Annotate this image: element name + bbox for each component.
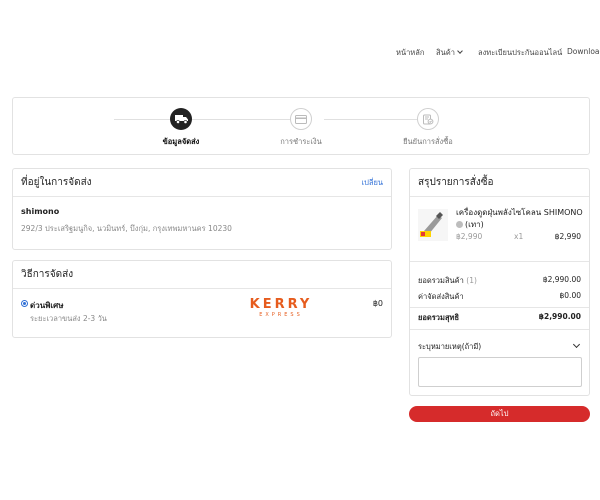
- nav-download[interactable]: Download: [567, 47, 600, 56]
- summary-divider: [410, 261, 589, 262]
- change-address-link[interactable]: เปลี่ยน: [362, 177, 383, 189]
- shipping-method-card: วิธีการจัดส่ง ด่วนพิเศษ ระยะเวลาขนส่ง 2-…: [12, 260, 392, 338]
- product-variant: (เทา): [465, 220, 484, 229]
- nav-products-label: สินค้า: [436, 48, 455, 57]
- shipping-option-desc: ระยะเวลาขนส่ง 2-3 วัน: [30, 314, 107, 323]
- total-label: ยอดรวมสุทธิ: [418, 313, 460, 322]
- kerry-express-logo: KERRY EXPRESS: [245, 298, 317, 320]
- product-image: [418, 209, 448, 241]
- summary-title: สรุปรายการสั่งซื้อ: [418, 177, 494, 188]
- nav-products[interactable]: สินค้า: [436, 47, 463, 59]
- credit-card-icon: [290, 108, 312, 130]
- step-label: ข้อมูลจัดส่ง: [162, 137, 200, 146]
- recipient-name: shimono: [21, 207, 60, 216]
- top-nav: หน้าหลัก สินค้า ลงทะเบียนประกันออนไลน์ D…: [0, 47, 600, 61]
- summary-divider: [410, 307, 589, 308]
- shipping-fee-value: ฿0.00: [559, 291, 581, 300]
- step-confirm[interactable]: ยืนยันการสั่งซื้อ: [383, 108, 473, 148]
- subtotal-count: (1): [466, 276, 477, 285]
- shipping-radio[interactable]: [21, 300, 28, 307]
- step-label: การชำระเงิน: [280, 137, 322, 146]
- kerry-logo-text: KERRY: [249, 297, 313, 312]
- step-label: ยืนยันการสั่งซื้อ: [403, 137, 453, 146]
- subtotal-label: ยอดรวมสินค้า: [418, 276, 464, 285]
- subtotal-row: ยอดรวมสินค้า (1) ฿2,990.00: [418, 275, 581, 287]
- note-textarea[interactable]: [418, 357, 582, 387]
- address-card: ที่อยู่ในการจัดส่ง เปลี่ยน shimono 292/3…: [12, 168, 392, 250]
- product-name-block[interactable]: เครื่องดูดฝุ่นพลังไซโคลน SHIMONO (เทา): [456, 207, 586, 231]
- summary-header: สรุปรายการสั่งซื้อ: [410, 169, 589, 197]
- note-label[interactable]: ระบุหมายเหตุ(ถ้ามี): [418, 341, 481, 353]
- shipping-fee-row: ค่าจัดส่งสินค้า ฿0.00: [418, 291, 581, 303]
- truck-icon: [170, 108, 192, 130]
- shipping-header: วิธีการจัดส่ง: [13, 261, 391, 289]
- product-qty: x1: [514, 232, 524, 241]
- color-swatch: [456, 221, 463, 228]
- next-button[interactable]: ถัดไป: [409, 406, 590, 422]
- chevron-down-icon[interactable]: [572, 340, 581, 349]
- shipping-option-price: ฿0: [372, 299, 383, 308]
- checkout-stepper: ข้อมูลจัดส่ง การชำระเงิน ยืนยันการสั่งซื…: [12, 97, 590, 155]
- nav-warranty[interactable]: ลงทะเบียนประกันออนไลน์: [478, 47, 562, 59]
- total-row: ยอดรวมสุทธิ ฿2,990.00: [418, 312, 581, 324]
- product-unit-price: ฿2,990: [456, 232, 483, 241]
- order-summary-card: สรุปรายการสั่งซื้อ เครื่องดูดฝุ่นพลังไซโ…: [409, 168, 590, 396]
- chevron-down-icon: [457, 48, 463, 54]
- order-confirm-icon: [417, 108, 439, 130]
- step-shipping[interactable]: ข้อมูลจัดส่ง: [136, 108, 226, 148]
- address-title: ที่อยู่ในการจัดส่ง: [21, 177, 92, 188]
- address-header: ที่อยู่ในการจัดส่ง เปลี่ยน: [13, 169, 391, 197]
- step-payment[interactable]: การชำระเงิน: [256, 108, 346, 148]
- summary-divider: [410, 329, 589, 330]
- product-line-total: ฿2,990: [554, 232, 581, 241]
- subtotal-label-group: ยอดรวมสินค้า (1): [418, 275, 477, 287]
- shipping-option-express[interactable]: ด่วนพิเศษ ระยะเวลาขนส่ง 2-3 วัน KERRY EX…: [21, 298, 383, 329]
- shipping-option-name: ด่วนพิเศษ: [30, 301, 64, 310]
- kerry-logo-subtext: EXPRESS: [259, 312, 303, 318]
- shipping-title: วิธีการจัดส่ง: [21, 269, 74, 280]
- product-name: เครื่องดูดฝุ่นพลังไซโคลน SHIMONO: [456, 208, 583, 217]
- total-value: ฿2,990.00: [538, 312, 581, 321]
- address-line: 292/3 ประเสริฐมนูกิจ, นวมินทร์, บึงกุ่ม,…: [21, 224, 232, 233]
- subtotal-value: ฿2,990.00: [542, 275, 581, 284]
- nav-home[interactable]: หน้าหลัก: [396, 47, 424, 59]
- shipping-fee-label: ค่าจัดส่งสินค้า: [418, 292, 464, 301]
